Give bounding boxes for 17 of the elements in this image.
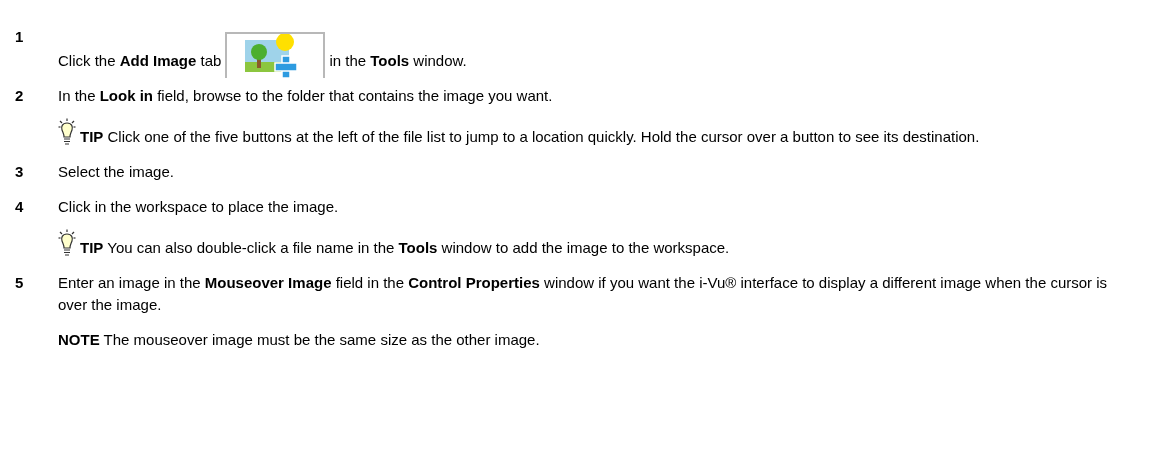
step-number: 2 [15, 86, 25, 106]
lightbulb-icon [58, 118, 76, 148]
step-text: Select the image. [58, 162, 174, 182]
step-text: Click in the workspace to place the image. [58, 197, 339, 217]
step-text: In the Look in field, browse to the folder that contains the image you want. [58, 86, 553, 106]
step-number: 1 [15, 27, 25, 47]
step-number: 4 [15, 197, 25, 217]
tip-text: TIP You can also double-click a file name in the Tools window to add the image to the workspace. [80, 239, 730, 256]
note-text: NOTE The mouseover image must be the same size as the other image. [58, 330, 541, 350]
lightbulb-icon [58, 229, 76, 259]
step-text: Click the Add Image tab [58, 51, 222, 71]
tip-text: TIP Click one of the five buttons at the left of the file list to jump to a location quickly. Hold the cursor over a button to see its destination. [80, 128, 980, 145]
step-text: Enter an image in the Mouseover Image field in the Control Properties window if you want the i-Vu® interface to display a different image when the cursor is over the image. [58, 273, 1109, 315]
step-number: 3 [15, 162, 25, 182]
step-text: in the Tools window. [329, 51, 467, 71]
add-image-tab-icon [225, 32, 326, 78]
step-number: 5 [15, 273, 25, 293]
